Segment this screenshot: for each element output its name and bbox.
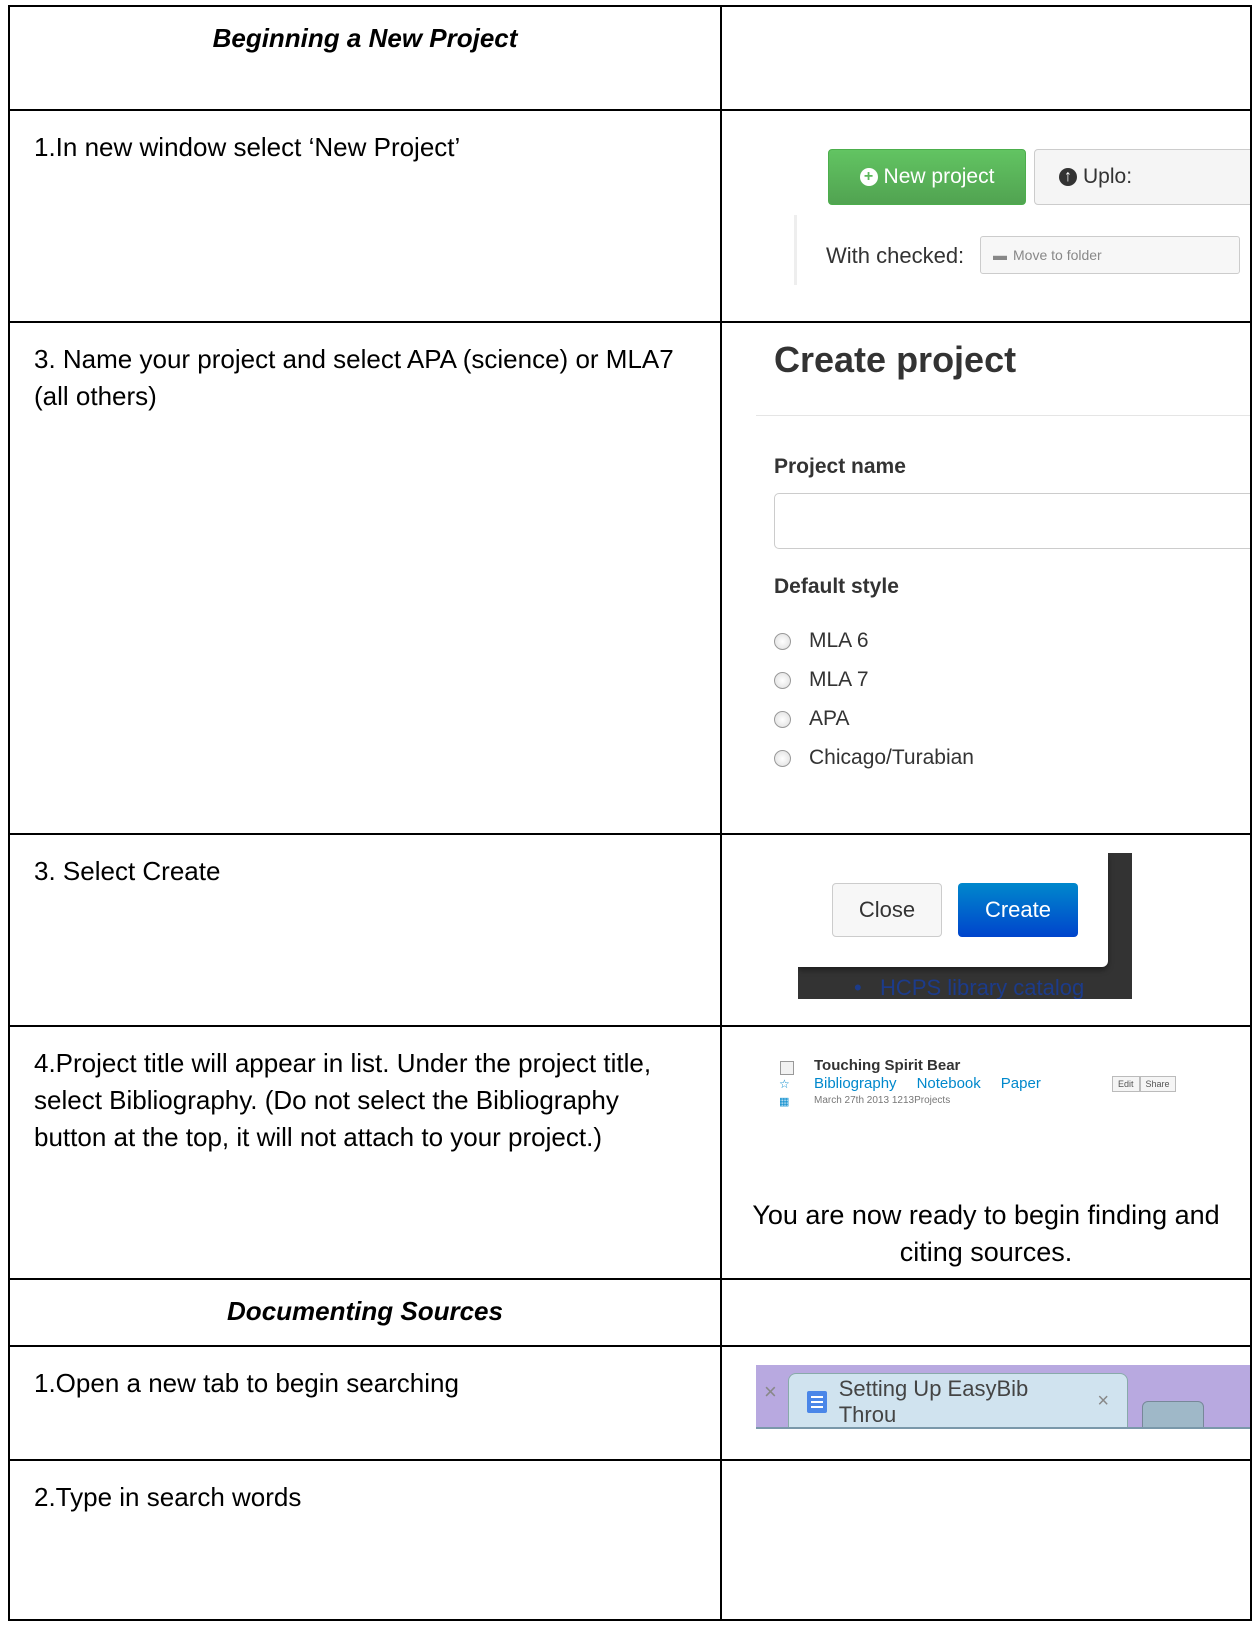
step-text: 1.Open a new tab to begin searching <box>34 1368 459 1398</box>
table-cell <box>720 5 1252 111</box>
table-cell: 1.Open a new tab to begin searching <box>8 1345 722 1461</box>
plus-circle-icon: + <box>859 168 878 186</box>
table-row: Documenting Sources <box>8 1278 1252 1347</box>
style-option-chicago[interactable]: Chicago/Turabian <box>774 746 974 770</box>
style-option-apa[interactable]: APA <box>774 707 849 731</box>
upload-label: Uplo: <box>1083 165 1133 188</box>
style-option-label: MLA 7 <box>809 668 869 691</box>
close-create-screenshot: • HCPS library catalog Close Create <box>798 853 1132 999</box>
table-cell: 2.Type in search words <box>8 1459 722 1621</box>
close-icon[interactable]: × <box>764 1379 777 1405</box>
divider <box>756 415 1249 416</box>
project-name-input[interactable] <box>774 493 1249 549</box>
radio-button[interactable] <box>774 671 791 689</box>
browser-tab-strip: × Setting Up EasyBib Throu × <box>756 1365 1249 1429</box>
new-project-label: New project <box>883 165 995 188</box>
create-button[interactable]: Create <box>958 883 1078 937</box>
project-date: March 27th 2013 1213Projects <box>814 1095 951 1106</box>
instruction-table: Beginning a New Project 1.In new window … <box>8 5 1252 1621</box>
step-text: 3. Name your project and select APA (sci… <box>34 344 674 411</box>
step-text: 1.In new window select ‘New Project’ <box>34 132 461 162</box>
table-cell: 1.In new window select ‘New Project’ <box>8 109 722 323</box>
table-cell: Documenting Sources <box>8 1278 722 1347</box>
project-name-label: Project name <box>774 455 906 478</box>
edit-button[interactable]: Edit <box>1112 1076 1140 1092</box>
notebook-link[interactable]: Notebook <box>917 1075 981 1092</box>
section-heading: Documenting Sources <box>227 1296 503 1326</box>
new-project-screenshot: + New project ↑ Uplo: With checked: ▬ Mo… <box>723 112 1249 320</box>
screenshot-cell: • HCPS library catalog Close Create <box>720 833 1252 1027</box>
table-cell: 4.Project title will appear in list. Und… <box>8 1025 722 1280</box>
section-heading: Beginning a New Project <box>212 23 518 53</box>
table-row: 2.Type in search words <box>8 1459 1252 1621</box>
close-icon[interactable]: × <box>1097 1390 1109 1413</box>
style-option-mla6[interactable]: MLA 6 <box>774 629 869 653</box>
star-icon[interactable]: ☆ <box>779 1077 790 1091</box>
create-project-title: Create project <box>774 339 1017 380</box>
radio-button[interactable] <box>774 632 791 650</box>
library-catalog-label: HCPS library catalog <box>880 975 1085 999</box>
browser-tab[interactable]: Setting Up EasyBib Throu × <box>788 1373 1128 1429</box>
new-project-button[interactable]: + New project <box>828 149 1026 205</box>
default-style-label: Default style <box>774 575 899 598</box>
ready-message: You are now ready to begin finding and c… <box>752 1200 1220 1267</box>
radio-button[interactable] <box>774 710 791 728</box>
table-row: 4.Project title will appear in list. Und… <box>8 1025 1252 1280</box>
style-option-label: APA <box>809 707 850 730</box>
table-row: 3. Name your project and select APA (sci… <box>8 321 1252 835</box>
table-cell: 3. Name your project and select APA (sci… <box>8 321 722 835</box>
table-cell: Beginning a New Project <box>8 5 722 111</box>
edit-share-group: Edit Share <box>1112 1076 1176 1092</box>
table-row: 1.Open a new tab to begin searching × Se… <box>8 1345 1252 1461</box>
close-button[interactable]: Close <box>832 883 942 937</box>
screenshot-cell: ☆ ▦ Touching Spirit Bear Bibliography No… <box>720 1025 1252 1280</box>
step-text: 3. Select Create <box>34 856 221 886</box>
table-row: Beginning a New Project <box>8 5 1252 111</box>
move-to-folder-button[interactable]: ▬ Move to folder <box>980 236 1240 274</box>
upload-button[interactable]: ↑ Uplo: <box>1034 149 1249 205</box>
step-text: 4.Project title will appear in list. Und… <box>34 1048 652 1152</box>
project-title[interactable]: Touching Spirit Bear <box>814 1057 960 1074</box>
upload-arrow-icon: ↑ <box>1059 168 1077 186</box>
table-cell: 3. Select Create <box>8 833 722 1027</box>
library-catalog-link[interactable]: • HCPS library catalog <box>854 975 1084 999</box>
grid-icon: ▦ <box>779 1096 790 1108</box>
folder-icon: ▬ <box>993 247 1007 263</box>
bibliography-link[interactable]: Bibliography <box>814 1075 897 1092</box>
style-option-label: Chicago/Turabian <box>809 746 974 769</box>
table-row: 3. Select Create • HCPS library catalog … <box>8 833 1252 1027</box>
project-links: Bibliography Notebook Paper <box>814 1075 1041 1092</box>
screenshot-cell: Create project Project name Default styl… <box>720 321 1252 835</box>
table-cell <box>720 1278 1252 1347</box>
project-checkbox[interactable] <box>780 1061 794 1075</box>
table-row: 1.In new window select ‘New Project’ + N… <box>8 109 1252 323</box>
tab-baseline <box>756 1427 1249 1429</box>
table-cell <box>720 1459 1252 1621</box>
radio-button[interactable] <box>774 749 791 767</box>
style-option-mla7[interactable]: MLA 7 <box>774 668 869 692</box>
share-button[interactable]: Share <box>1139 1076 1176 1092</box>
tab-title: Setting Up EasyBib Throu <box>838 1375 1029 1427</box>
docs-icon <box>807 1390 827 1413</box>
divider <box>794 215 797 285</box>
dialog-footer: Close Create <box>798 853 1108 967</box>
with-checked-label: With checked: <box>826 243 965 268</box>
step-text: 2.Type in search words <box>34 1482 302 1512</box>
screenshot-cell: + New project ↑ Uplo: With checked: ▬ Mo… <box>720 109 1252 323</box>
screenshot-cell: × Setting Up EasyBib Throu × <box>720 1345 1252 1461</box>
style-option-label: MLA 6 <box>809 629 869 652</box>
paper-link[interactable]: Paper <box>1001 1075 1041 1092</box>
new-tab-button[interactable] <box>1142 1401 1204 1429</box>
move-to-folder-label: Move to folder <box>1013 247 1102 263</box>
